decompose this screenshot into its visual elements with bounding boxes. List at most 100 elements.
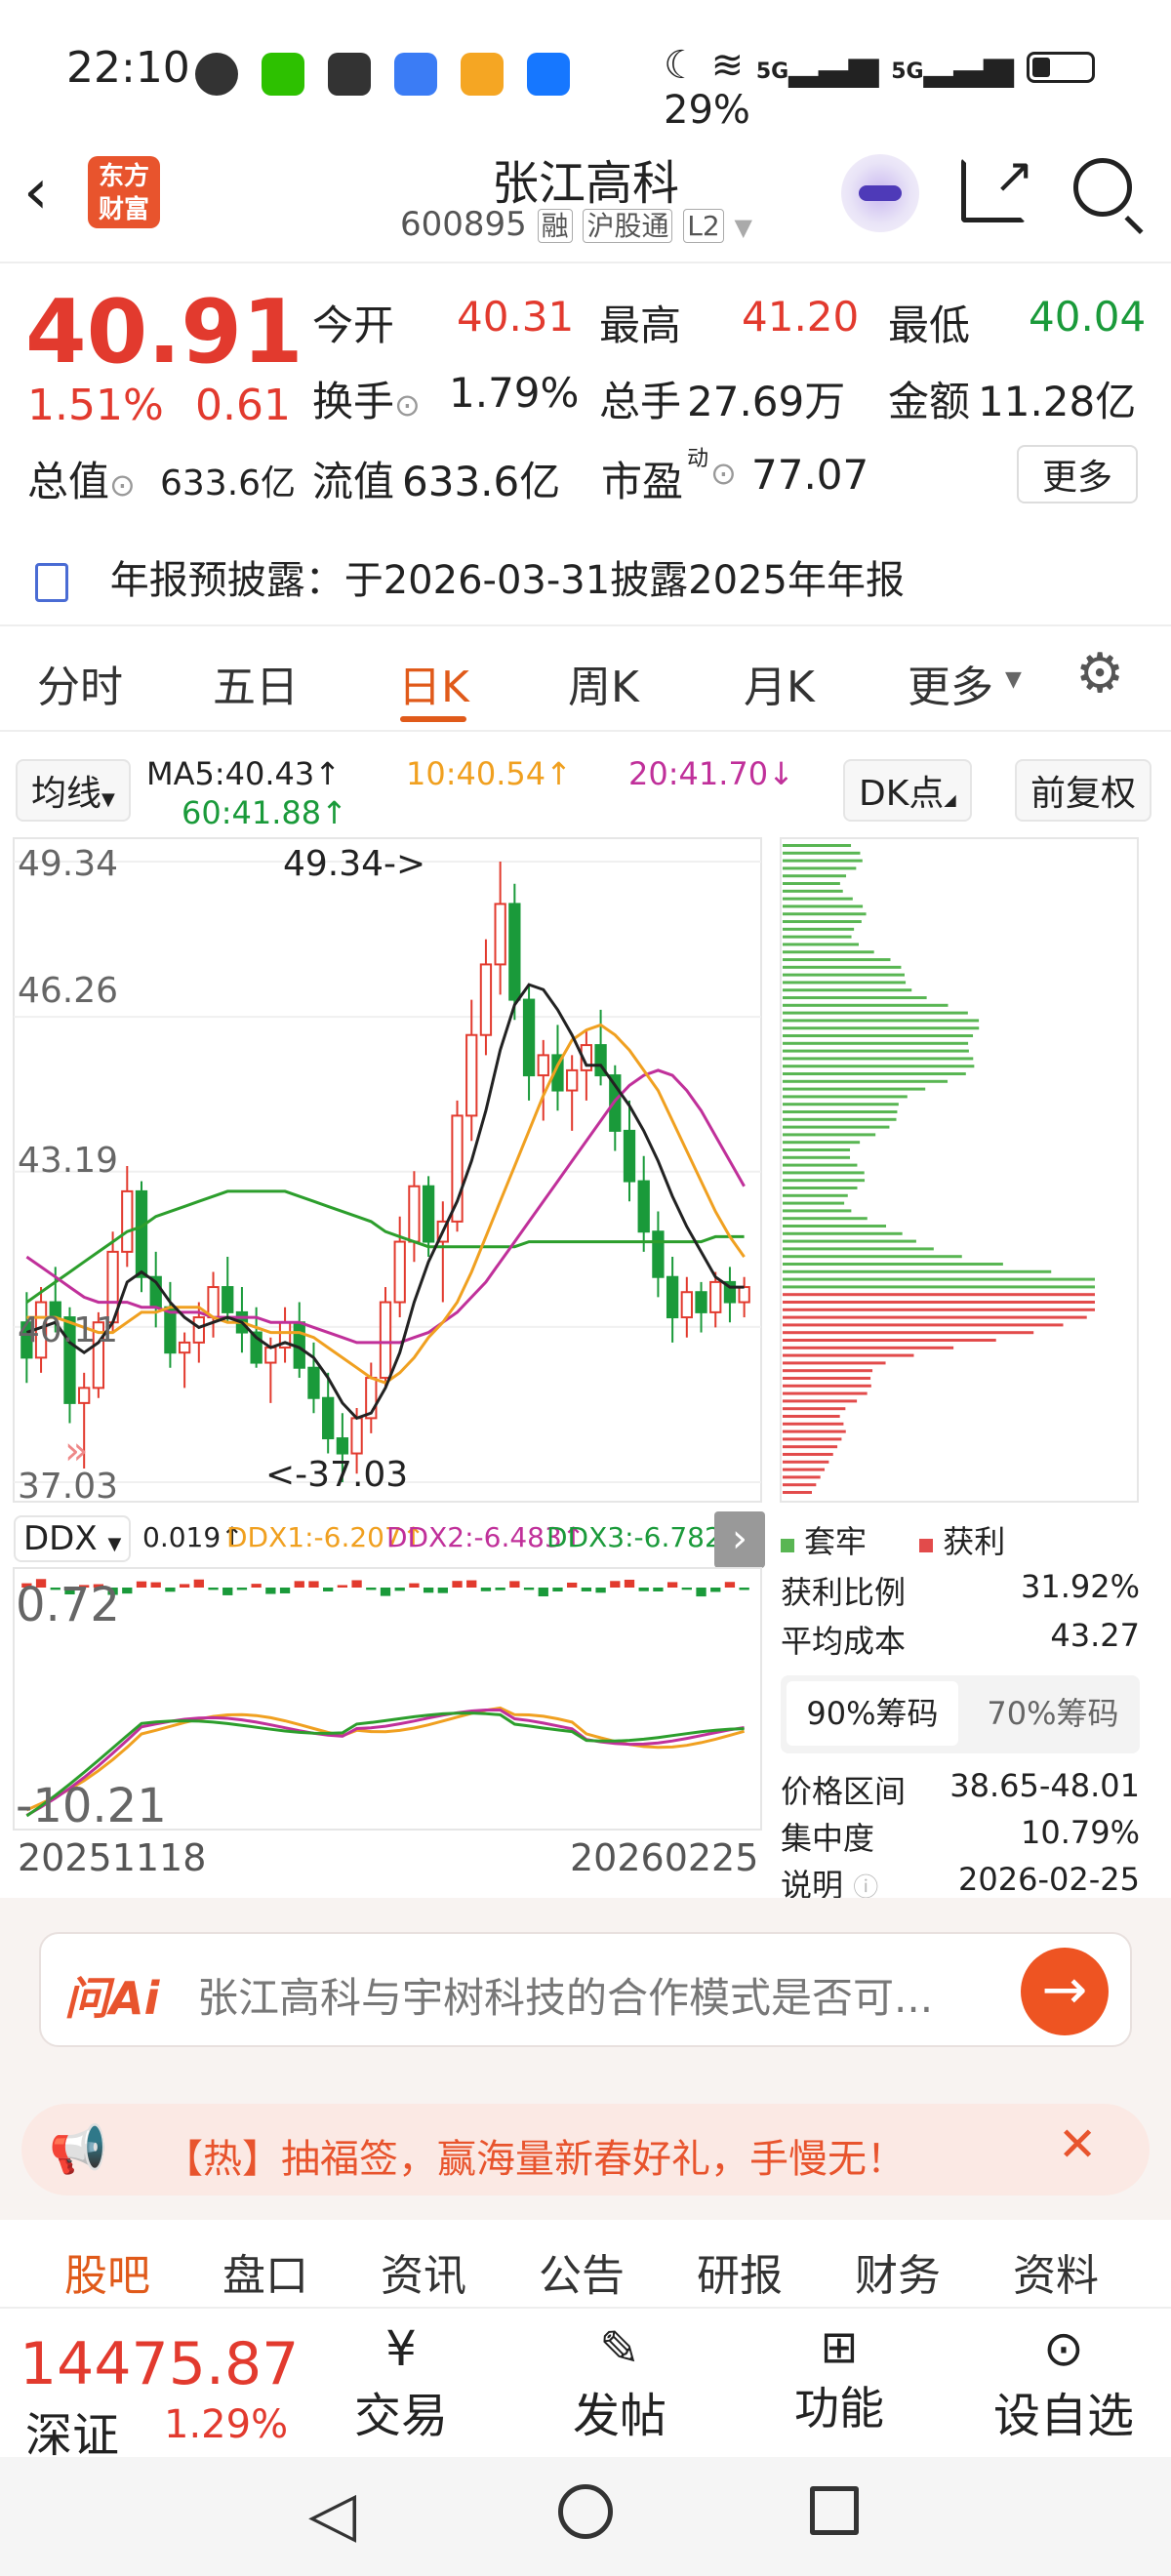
expand-icon[interactable]: › xyxy=(714,1511,765,1568)
chip-bar xyxy=(783,1117,897,1121)
tab-minute[interactable]: 分时 xyxy=(37,652,123,714)
kline-chart[interactable]: 49.34 46.26 43.19 40.11 37.03 49.34-> <-… xyxy=(0,834,771,1508)
ddx-bar xyxy=(323,1588,334,1591)
ddx-bar xyxy=(595,1588,606,1593)
more-button[interactable]: 更多 xyxy=(1017,445,1139,503)
assistant-avatar-icon[interactable] xyxy=(841,154,919,232)
tab-announcements[interactable]: 公告 xyxy=(539,2240,625,2303)
tab-forum[interactable]: 股吧 xyxy=(64,2240,150,2303)
dk-point-button[interactable]: DK点◢ xyxy=(843,759,972,822)
tab-profile[interactable]: 资料 xyxy=(1013,2240,1099,2303)
post-button[interactable]: ✎ 发帖 xyxy=(566,2320,673,2445)
chip-bar xyxy=(783,1079,949,1083)
chip-bar xyxy=(783,973,905,977)
chip-bar xyxy=(783,1255,962,1259)
date-end: 20260225 xyxy=(570,1836,759,1879)
chip-bar xyxy=(783,996,927,999)
ddx-bar xyxy=(251,1584,262,1588)
notice-row[interactable]: 年报预披露：于2026-03-31披露2025年年报 xyxy=(35,548,905,605)
add-watchlist-button[interactable]: ⊙ 设自选 xyxy=(976,2320,1151,2445)
tab-daily-k[interactable]: 日K xyxy=(398,652,469,714)
tab-chip-90[interactable]: 90%筹码 xyxy=(787,1681,958,1746)
indicator-label: 均线 xyxy=(31,774,102,814)
candle-body xyxy=(393,1240,406,1304)
tab-more[interactable]: 更多 xyxy=(908,652,993,714)
chip-bar xyxy=(783,1407,846,1411)
concentration-value: 10.79% xyxy=(1020,1814,1140,1851)
info-icon[interactable]: ⊙ xyxy=(109,466,136,503)
info-icon[interactable]: ⊙ xyxy=(710,455,737,492)
chip-bar xyxy=(783,1384,871,1388)
tab-orderbook[interactable]: 盘口 xyxy=(222,2240,308,2303)
grid-icon: ⊞ xyxy=(820,2320,859,2373)
ddx-top-value: 0.72 xyxy=(16,1578,120,1632)
max-price-label: 49.34-> xyxy=(283,844,425,884)
search-icon[interactable] xyxy=(1073,158,1144,235)
chip-bar xyxy=(783,1353,914,1357)
chip-bar xyxy=(783,1103,899,1107)
ddx-bar xyxy=(653,1588,664,1591)
avg-cost-label: 平均成本 xyxy=(781,1623,907,1660)
chip-bar xyxy=(783,935,852,939)
float-label: 流值 xyxy=(312,458,395,505)
watchlist-label: 设自选 xyxy=(992,2389,1134,2443)
chip-bar xyxy=(783,1429,846,1433)
ddx-bar xyxy=(638,1588,649,1591)
ddx-bar xyxy=(452,1581,463,1588)
nav-recent-icon[interactable] xyxy=(810,2486,859,2535)
close-icon[interactable]: ✕ xyxy=(1058,2117,1097,2172)
chip-bar xyxy=(783,1491,812,1494)
chip-bar xyxy=(783,1057,974,1061)
chip-bar xyxy=(783,1087,926,1091)
tab-news[interactable]: 资讯 xyxy=(381,2240,466,2303)
mcap-value: 633.6亿 xyxy=(160,463,297,503)
ddx-bar xyxy=(366,1588,377,1590)
tab-research[interactable]: 研报 xyxy=(697,2240,783,2303)
dropdown-icon[interactable]: ▼ xyxy=(735,214,752,241)
price-range-label: 价格区间 xyxy=(781,1773,907,1810)
info-icon[interactable]: ⊙ xyxy=(394,386,421,423)
ddx-bar xyxy=(308,1581,319,1588)
tab-financials[interactable]: 财务 xyxy=(855,2240,941,2303)
candle-body xyxy=(379,1301,392,1380)
indicator-select[interactable]: 均线▼ xyxy=(16,759,131,822)
price-range-value: 38.65-48.01 xyxy=(949,1767,1140,1804)
amount-label: 金额 xyxy=(888,378,971,425)
ddx-bar xyxy=(165,1588,176,1592)
candle-body xyxy=(709,1280,722,1313)
candle-body xyxy=(121,1189,134,1253)
arrow-right-icon[interactable]: → xyxy=(1021,1948,1109,2035)
chip-bar xyxy=(783,874,847,878)
candle-body xyxy=(465,1033,478,1117)
moon-icon: ☾ xyxy=(664,43,699,88)
trade-button[interactable]: ¥ 交易 xyxy=(347,2320,455,2445)
legend-trapped-swatch xyxy=(781,1539,794,1552)
tab-chip-70[interactable]: 70%筹码 xyxy=(972,1681,1134,1746)
promo-banner[interactable]: 📢 【热】抽福签，赢海量新春好礼，手慢无！ ✕ xyxy=(21,2104,1150,2195)
tab-five-day[interactable]: 五日 xyxy=(213,652,299,714)
trade-label: 交易 xyxy=(353,2389,448,2443)
share-icon[interactable]: ↗ xyxy=(961,147,1034,222)
min-price-label: <-37.03 xyxy=(265,1455,408,1495)
nav-home-icon[interactable] xyxy=(558,2484,613,2539)
ddx-name: DDX xyxy=(23,1519,98,1558)
ai-ask-bar[interactable]: 问Ai 张江高科与宇树科技的合作模式是否可... → xyxy=(39,1932,1132,2047)
ddx-select[interactable]: DDX ▼ xyxy=(14,1515,132,1562)
tab-monthly-k[interactable]: 月K xyxy=(744,652,815,714)
candle-body xyxy=(537,1054,549,1077)
ddx-bar xyxy=(351,1580,362,1588)
tab-weekly-k[interactable]: 周K xyxy=(568,652,639,714)
adjust-button[interactable]: 前复权 xyxy=(1015,759,1152,822)
candle-body xyxy=(178,1341,191,1354)
settings-icon[interactable]: ⚙ xyxy=(1075,642,1124,705)
candle-body xyxy=(350,1417,363,1455)
candle-body xyxy=(637,1180,650,1233)
chip-bar xyxy=(783,1239,916,1243)
ddx-bar xyxy=(409,1583,420,1588)
open-label: 今开 xyxy=(312,302,395,349)
ddx-bar xyxy=(122,1588,133,1594)
function-button[interactable]: ⊞ 功能 xyxy=(781,2320,898,2437)
low-label: 最低 xyxy=(888,302,971,349)
nav-back-icon[interactable]: ◁ xyxy=(308,2478,356,2551)
volume-value: 27.69万 xyxy=(687,378,846,425)
